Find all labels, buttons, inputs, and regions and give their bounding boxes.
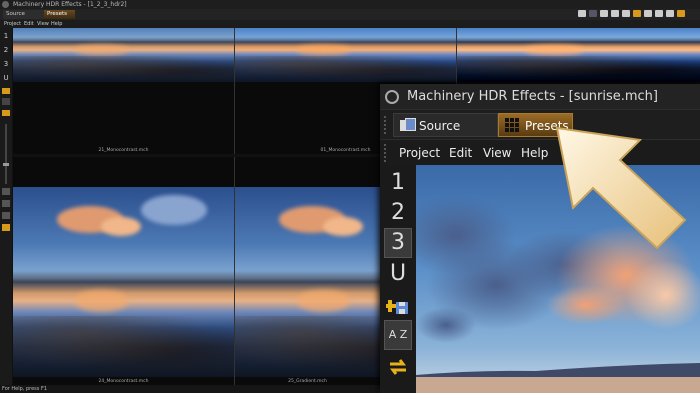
thumbnail-image xyxy=(457,28,700,82)
thumbnail-caption: 25_Gradient.mch xyxy=(288,379,327,384)
grid-view-icon[interactable] xyxy=(2,200,10,207)
new-file-icon[interactable] xyxy=(578,10,586,17)
preset-u-button[interactable]: U xyxy=(384,260,412,288)
background-window-title: Machinery HDR Effects - [1_2_3_hdr2] xyxy=(13,1,127,8)
foreground-title-bar: Machinery HDR Effects - [sunrise.mch] xyxy=(380,84,700,109)
folder-icon[interactable] xyxy=(2,224,10,231)
background-menu-project[interactable]: Project xyxy=(4,20,21,28)
thumbnail-caption: 24_Monocontrast.mch xyxy=(98,379,149,384)
background-tab-presets[interactable]: Presets xyxy=(44,10,75,19)
thumbnail-card[interactable]: 25_Gradient.mch xyxy=(235,157,380,385)
background-menu-view[interactable]: View xyxy=(37,20,49,28)
thumbnail-card[interactable] xyxy=(457,28,700,84)
background-tool-2[interactable]: 2 xyxy=(2,46,10,54)
background-menu-help[interactable]: Help xyxy=(51,20,62,28)
background-tab-source-images[interactable]: Source Images xyxy=(3,10,49,26)
background-save-preset-icon[interactable] xyxy=(2,88,10,94)
menu-view[interactable]: View xyxy=(483,140,511,166)
thumbnail-card[interactable]: 24_Monocontrast.mch xyxy=(13,157,235,385)
pointer-arrow-icon xyxy=(555,126,687,250)
copy-icon[interactable] xyxy=(622,10,630,17)
thumbnail-image xyxy=(13,28,234,82)
save-icon[interactable] xyxy=(600,10,608,17)
save-preset-icon[interactable] xyxy=(384,290,412,316)
toolbar-grip[interactable] xyxy=(384,116,389,134)
document-icon[interactable] xyxy=(611,10,619,17)
background-status-bar: For Help, press F1 xyxy=(0,385,380,393)
background-tool-u[interactable]: U xyxy=(2,74,10,82)
background-slider-handle[interactable] xyxy=(3,163,9,166)
background-slider[interactable] xyxy=(5,124,7,184)
app-logo-icon xyxy=(385,90,399,104)
background-menu-bar: Project Edit View Help xyxy=(0,20,700,28)
menu-grip[interactable] xyxy=(384,144,389,162)
background-menu-edit[interactable]: Edit xyxy=(24,20,34,28)
sort-az-button[interactable]: A Z xyxy=(384,320,412,350)
window-title: Machinery HDR Effects - [sunrise.mch] xyxy=(407,89,658,104)
thumbnail-image xyxy=(235,28,456,82)
status-text: For Help, press F1 xyxy=(2,386,48,392)
undo-icon[interactable] xyxy=(633,10,641,17)
background-toolbar xyxy=(578,10,700,19)
preset-1-button[interactable]: 1 xyxy=(384,169,412,197)
thumbnail-caption: 21_Monocontrast.mch xyxy=(98,148,149,153)
open-folder-icon[interactable] xyxy=(589,10,597,17)
background-refresh-icon[interactable] xyxy=(2,110,10,116)
app-logo-icon xyxy=(2,1,9,8)
tab-source-images[interactable]: Source Images xyxy=(393,113,498,157)
preset-3-button[interactable]: 3 xyxy=(384,228,412,258)
background-sort-icon[interactable] xyxy=(2,98,10,105)
single-view-icon[interactable] xyxy=(2,188,10,195)
presets-grid-icon xyxy=(505,118,519,132)
thumbnail-image xyxy=(13,187,234,377)
settings-icon[interactable] xyxy=(666,10,674,17)
left-toolbar: 1 2 3 U A Z xyxy=(380,165,416,393)
background-tool-3[interactable]: 3 xyxy=(2,60,10,68)
thumbnail-image xyxy=(235,187,380,377)
preset-2-button[interactable]: 2 xyxy=(384,199,412,227)
background-title-bar: Machinery HDR Effects - [1_2_3_hdr2] xyxy=(0,0,700,9)
background-tool-1[interactable]: 1 xyxy=(2,32,10,40)
large-grid-view-icon[interactable] xyxy=(2,212,10,219)
background-left-toolbar: 1 2 3 U xyxy=(0,28,12,385)
refresh-icon[interactable] xyxy=(384,355,412,381)
menu-edit[interactable]: Edit xyxy=(449,140,472,166)
star-icon[interactable] xyxy=(655,10,663,17)
refresh-icon[interactable] xyxy=(677,10,685,17)
redo-icon[interactable] xyxy=(644,10,652,17)
menu-project[interactable]: Project xyxy=(399,140,440,166)
thumbnail-card[interactable]: 21_Monocontrast.mch xyxy=(13,28,235,154)
source-images-icon xyxy=(400,118,416,132)
